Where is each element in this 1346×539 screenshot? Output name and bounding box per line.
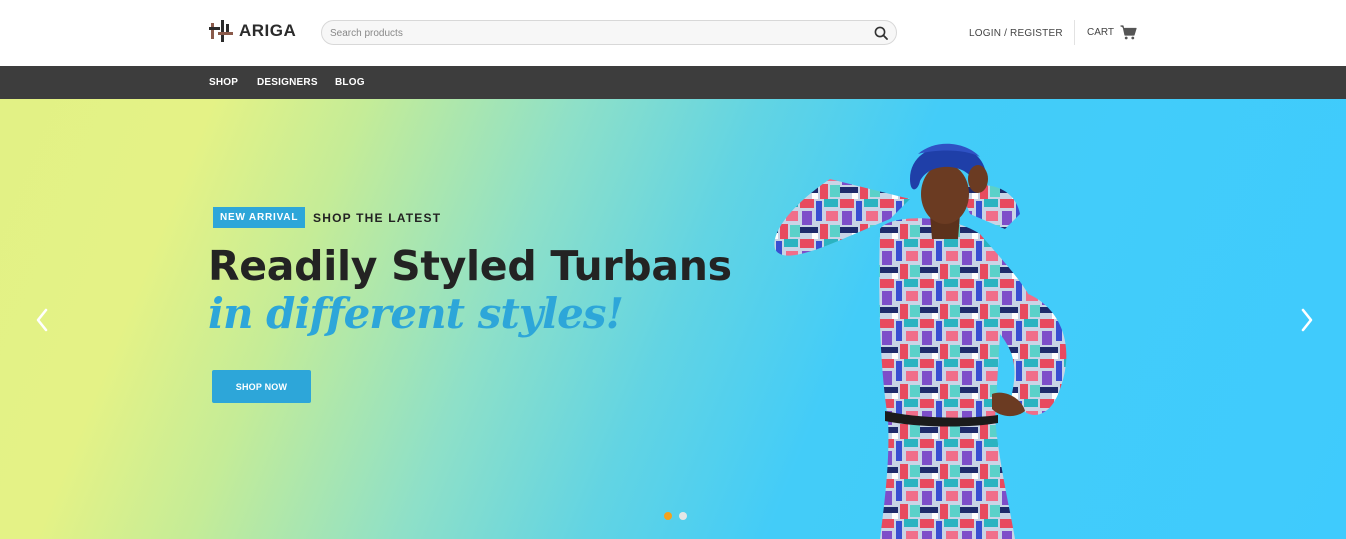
nav-item-blog[interactable]: BLOG	[335, 77, 365, 88]
model-image	[774, 143, 1067, 539]
shop-now-button[interactable]: SHOP NOW	[212, 370, 311, 403]
hero-headline: Readily Styled Turbans	[208, 242, 732, 290]
brand-logo[interactable]: ARIGA	[209, 20, 296, 42]
hero-subhead: in different styles!	[208, 289, 624, 338]
slider-dot-2[interactable]	[679, 512, 687, 520]
slider-dot-1[interactable]	[664, 512, 672, 520]
chevron-left-icon[interactable]	[32, 304, 52, 336]
hero-slider: NEW ARRIVAL SHOP THE LATEST Readily Styl…	[0, 99, 1346, 539]
cart-label: CART	[1087, 27, 1115, 38]
login-register-link[interactable]: LOGIN / REGISTER	[969, 28, 1063, 39]
nav-item-designers[interactable]: DESIGNERS	[257, 77, 318, 88]
search-input[interactable]	[330, 24, 860, 42]
site-header: ARIGA LOGIN / REGISTER CART	[0, 0, 1346, 66]
ariga-logo-icon	[209, 20, 233, 42]
search-bar	[321, 20, 897, 45]
cart-link[interactable]: CART	[1087, 25, 1137, 40]
shop-latest-label: SHOP THE LATEST	[313, 211, 442, 225]
nav-item-shop[interactable]: SHOP	[209, 77, 238, 88]
chevron-right-icon[interactable]	[1297, 304, 1317, 336]
main-nav: SHOP DESIGNERS BLOG	[0, 66, 1346, 99]
new-arrival-badge: NEW ARRIVAL	[213, 207, 306, 228]
brand-name: ARIGA	[239, 21, 297, 40]
header-divider	[1074, 20, 1075, 45]
slider-dots	[664, 512, 687, 520]
cart-icon	[1120, 25, 1137, 40]
search-icon[interactable]	[874, 26, 888, 40]
